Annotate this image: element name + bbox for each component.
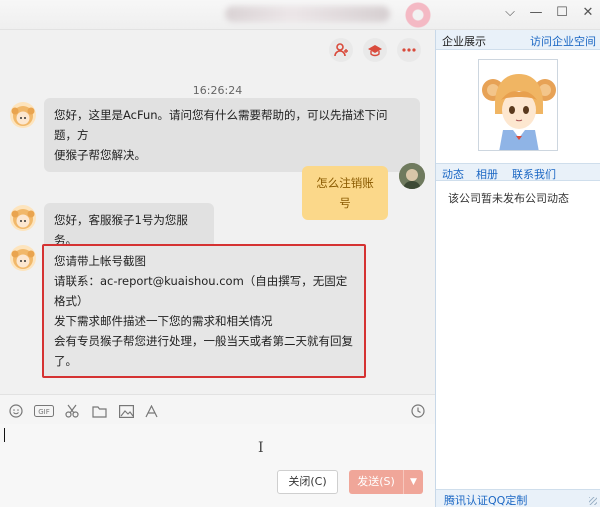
visit-company-space-link[interactable]: 访问企业空间 (530, 33, 596, 49)
text-caret (4, 428, 5, 442)
agent-avatar[interactable] (10, 102, 36, 128)
window-controls: ⌵ — ☐ ✕ (502, 4, 596, 22)
donut-icon (405, 2, 431, 28)
composer-toolbar: GIF (0, 394, 435, 424)
hat-icon[interactable] (363, 38, 387, 62)
qq-certification-link[interactable]: 腾讯认证QQ定制 (444, 492, 527, 507)
company-mascot-image (478, 59, 558, 151)
svg-text:GIF: GIF (38, 408, 50, 416)
tab-updates[interactable]: 动态 (442, 166, 464, 182)
message-line: 会有专员猴子帮您进行处理，一般当天或者第二天就有回复了。 (54, 334, 353, 368)
user-avatar[interactable] (399, 163, 425, 189)
message-line: 请联系：ac-report@kuaishou.com（自由撰写，无固定格式） (54, 274, 348, 308)
chevron-down-icon[interactable]: ⌵ (502, 4, 518, 22)
panel-tabs: 动态 相册 联系我们 (436, 163, 600, 181)
close-icon[interactable]: ✕ (580, 4, 596, 22)
folder-icon[interactable] (91, 403, 107, 419)
emoji-icon[interactable] (8, 403, 24, 419)
panel-header: 企业展示 访问企业空间 (436, 30, 600, 50)
company-panel: 企业展示 访问企业空间 动态 相册 联系我们 该公司暂未发布公司动态 腾讯认证Q… (435, 30, 600, 507)
panel-title: 企业展示 (442, 35, 486, 48)
message-line: 便猴子帮您解决。 (54, 148, 146, 162)
font-icon[interactable] (143, 403, 159, 419)
chat-actions (329, 38, 421, 62)
no-updates-text: 该公司暂未发布公司动态 (448, 192, 569, 205)
tab-albums[interactable]: 相册 (476, 166, 498, 182)
clock-icon[interactable] (410, 403, 426, 419)
user-message-bubble: 怎么注销账号 (302, 166, 388, 220)
send-button[interactable]: 发送(S) ▼ (349, 470, 423, 494)
agent-message-bubble-highlighted: 您请带上帐号截图 请联系：ac-report@kuaishou.com（自由撰写… (42, 244, 366, 378)
resize-grip-icon[interactable] (589, 497, 597, 505)
message-timestamp: 16:26:24 (192, 84, 243, 97)
chat-pane: 16:26:24 您好，这里是AcFun。请问您有什么需要帮助的，可以先描述下问… (0, 30, 435, 507)
send-button-label: 发送(S) (357, 475, 395, 488)
message-line: 发下需求邮件描述一下您的需求和相关情况 (54, 314, 273, 328)
panel-footer: 腾讯认证QQ定制 (436, 489, 600, 507)
agent-avatar[interactable] (10, 245, 36, 271)
message-line: 怎么注销账号 (316, 176, 374, 210)
message-line: 您好，这里是AcFun。请问您有什么需要帮助的，可以先描述下问题，方 (54, 108, 388, 142)
send-options-chevron-icon[interactable]: ▼ (403, 470, 423, 494)
gif-icon[interactable]: GIF (34, 403, 54, 419)
agent-avatar[interactable] (10, 205, 36, 231)
close-button[interactable]: 关闭(C) (277, 470, 338, 494)
window-title-blurred (225, 6, 390, 22)
ibeam-cursor-icon: I (258, 440, 264, 456)
scissors-icon[interactable] (64, 403, 80, 419)
title-bar: ⌵ — ☐ ✕ (0, 0, 600, 30)
minimize-icon[interactable]: — (528, 4, 544, 22)
add-user-icon[interactable] (329, 38, 353, 62)
message-line: 您请带上帐号截图 (54, 254, 146, 268)
more-icon[interactable] (397, 38, 421, 62)
message-input[interactable]: I (0, 424, 435, 507)
maximize-icon[interactable]: ☐ (554, 4, 570, 22)
agent-message-bubble: 您好，这里是AcFun。请问您有什么需要帮助的，可以先描述下问题，方 便猴子帮您… (44, 98, 420, 172)
tab-contact-us[interactable]: 联系我们 (512, 166, 556, 182)
image-icon[interactable] (118, 403, 134, 419)
